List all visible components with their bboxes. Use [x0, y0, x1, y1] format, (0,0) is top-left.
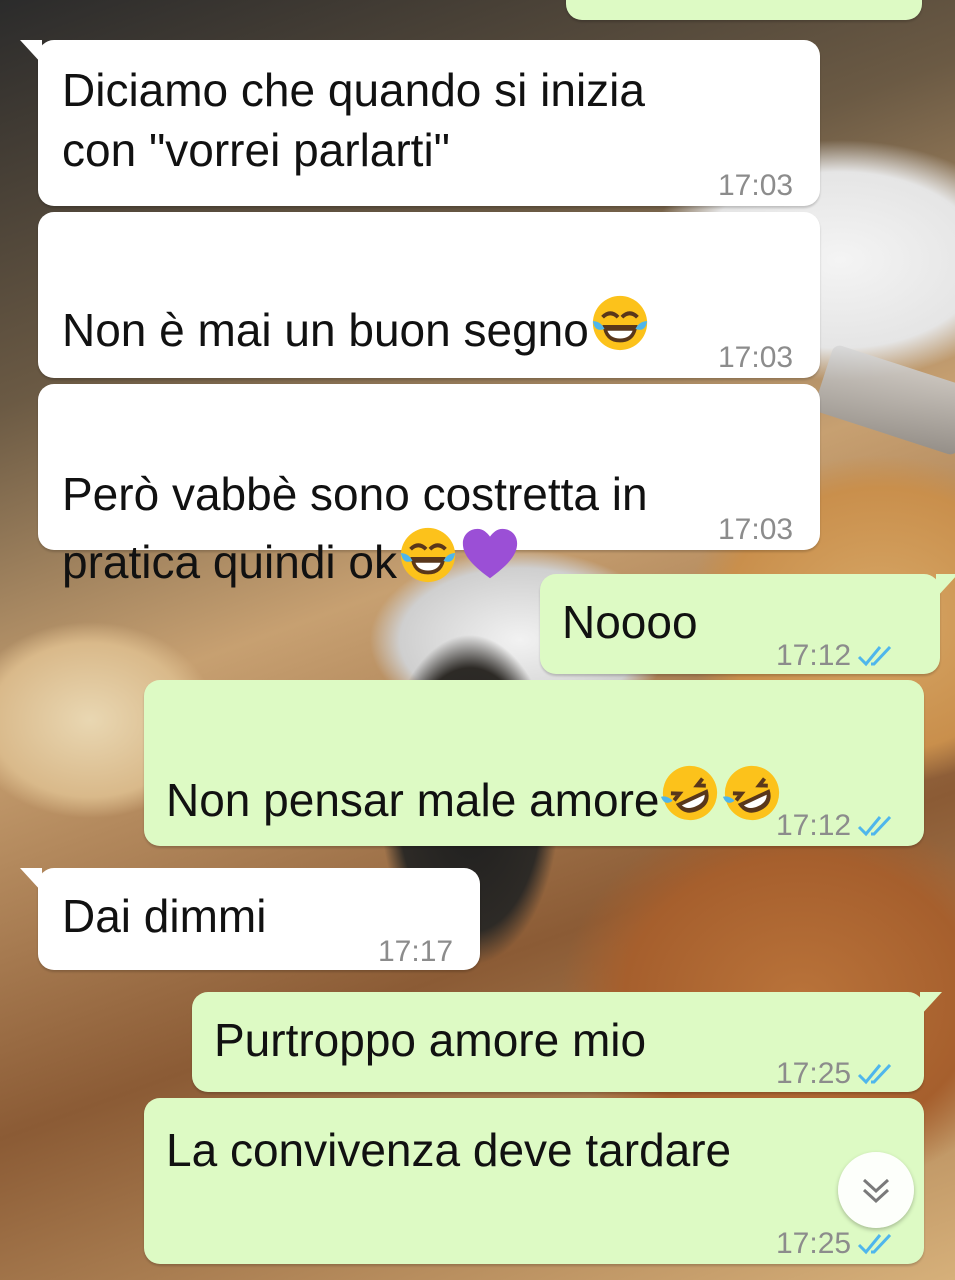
message-bubble[interactable]: Non è mai un buon segno 17:03 [38, 212, 820, 378]
message-meta: 17:03 [718, 328, 793, 388]
message-text-content: Però vabbè sono costretta in pratica qui… [62, 468, 648, 588]
double-check-icon [858, 1063, 892, 1085]
message-text: La convivenza deve tardare [166, 1124, 732, 1176]
message-text: Purtroppo amore mio [214, 1014, 647, 1066]
message-meta: 17:25 [776, 1044, 897, 1104]
double-check-icon [858, 645, 892, 667]
message-text: Noooo [562, 596, 698, 648]
rolling-on-the-floor-laughing-icon [723, 765, 780, 821]
message-time: 17:03 [718, 513, 794, 546]
message-text: Diciamo che quando si inizia con "vorrei… [62, 64, 645, 176]
message-bubble[interactable]: Però vabbè sono costretta in pratica qui… [38, 384, 820, 588]
rolling-on-the-floor-laughing-icon [661, 765, 718, 821]
message-bubble-partial [566, 0, 922, 20]
message-bubble[interactable]: Diciamo che quando si inizia con "vorrei… [20, 40, 820, 206]
message-bubble[interactable]: Dai dimmi 17:17 [20, 868, 480, 970]
message-time: 17:12 [776, 639, 852, 672]
message-time: 17:17 [378, 935, 454, 968]
message-text-content: Non è mai un buon segno [62, 304, 589, 356]
message-meta: 17:12 [776, 626, 897, 686]
face-with-tears-of-joy-icon [592, 295, 647, 351]
message-time: 17:03 [718, 169, 794, 202]
message-time: 17:25 [776, 1057, 852, 1090]
message-meta: 17:12 [776, 796, 897, 856]
message-text: Però vabbè sono costretta in pratica qui… [62, 404, 648, 592]
message-bubble[interactable]: Noooo 17:12 [540, 574, 955, 674]
message-meta: 17:03 [718, 156, 793, 216]
message-time: 17:03 [718, 341, 794, 374]
message-text: Non è mai un buon segno [62, 232, 651, 360]
double-check-icon [858, 1233, 892, 1255]
message-bubble[interactable]: Non pensar male amore 17:12 [144, 680, 924, 846]
message-meta: 17:03 [718, 500, 793, 560]
double-check-icon [858, 815, 892, 837]
message-meta: 17:17 [378, 922, 453, 982]
message-time: 17:12 [776, 809, 852, 842]
scroll-to-bottom-button[interactable] [838, 1152, 914, 1228]
purple-heart-icon [462, 528, 518, 579]
message-time: 17:25 [776, 1227, 852, 1260]
message-text: Non pensar male amore [166, 702, 783, 830]
message-text: Dai dimmi [62, 890, 267, 942]
message-bubble[interactable]: La convivenza deve tardare 17:25 [144, 1098, 924, 1264]
face-with-tears-of-joy-icon [400, 527, 456, 583]
double-chevron-down-icon [862, 1178, 890, 1204]
message-bubble[interactable]: Purtroppo amore mio 17:25 [192, 992, 942, 1092]
message-text-content: Non pensar male amore [166, 774, 660, 826]
